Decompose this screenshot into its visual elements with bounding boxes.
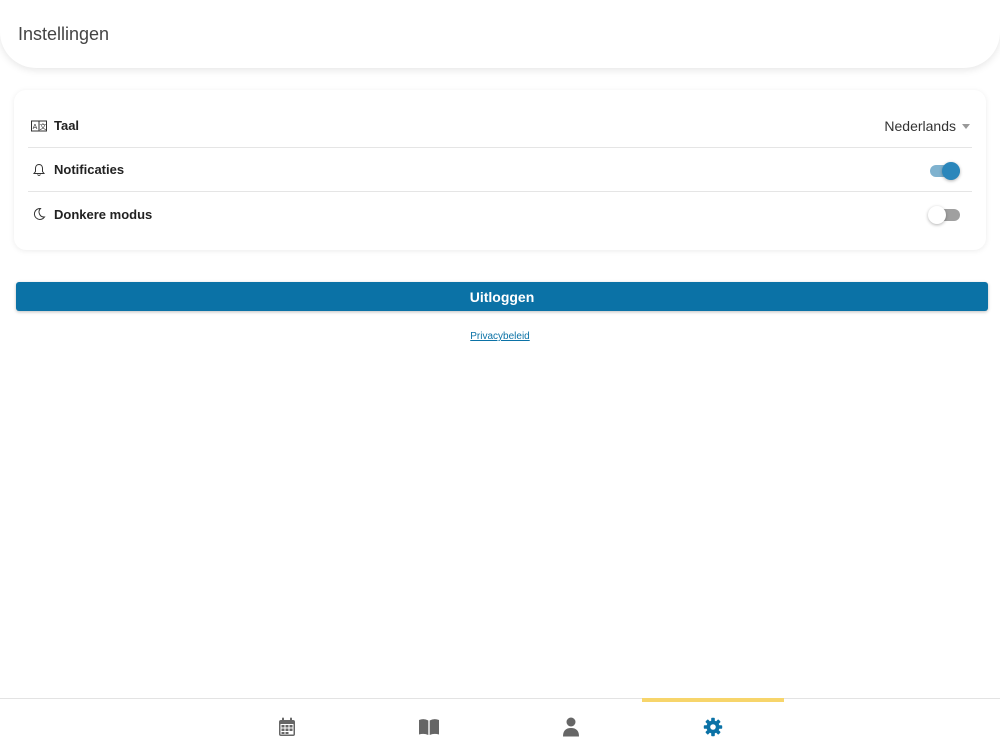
nav-item-settings[interactable]: [642, 698, 784, 751]
svg-text:A: A: [33, 124, 38, 131]
book-icon: [419, 719, 439, 735]
chevron-down-icon: [962, 124, 970, 129]
bell-icon: [30, 161, 48, 179]
moon-icon: [30, 205, 48, 223]
translate-icon: A 文: [30, 117, 48, 135]
bottom-navigation: [0, 698, 1000, 750]
toggle-thumb: [928, 206, 946, 224]
language-value: Nederlands: [884, 117, 956, 134]
language-label: Taal: [54, 118, 80, 133]
logout-button[interactable]: Uitloggen: [16, 282, 988, 311]
notifications-toggle[interactable]: [928, 160, 960, 180]
settings-row-language[interactable]: A 文 Taal Nederlands: [28, 104, 972, 148]
gear-icon: [703, 717, 723, 737]
language-select[interactable]: Nederlands: [884, 118, 970, 134]
calendar-icon: [279, 717, 295, 736]
settings-row-dark-mode: Donkere modus: [28, 192, 972, 236]
nav-item-calendar[interactable]: [216, 699, 358, 751]
app-header: Instellingen: [0, 0, 1000, 68]
toggle-thumb: [942, 161, 960, 180]
user-icon: [563, 717, 579, 737]
active-tab-indicator: [642, 698, 784, 702]
nav-item-profile[interactable]: [500, 699, 642, 751]
svg-text:文: 文: [40, 122, 47, 131]
dark-mode-toggle[interactable]: [928, 204, 960, 224]
privacy-policy-link[interactable]: Privacybeleid: [0, 331, 1000, 342]
nav-item-book[interactable]: [358, 699, 500, 751]
dark-mode-label: Donkere modus: [54, 206, 153, 222]
settings-card: A 文 Taal Nederlands Notificaties Donkere…: [14, 90, 986, 250]
settings-row-notifications: Notificaties: [28, 148, 972, 192]
page-title: Instellingen: [18, 24, 110, 44]
notifications-label: Notificaties: [54, 162, 125, 177]
